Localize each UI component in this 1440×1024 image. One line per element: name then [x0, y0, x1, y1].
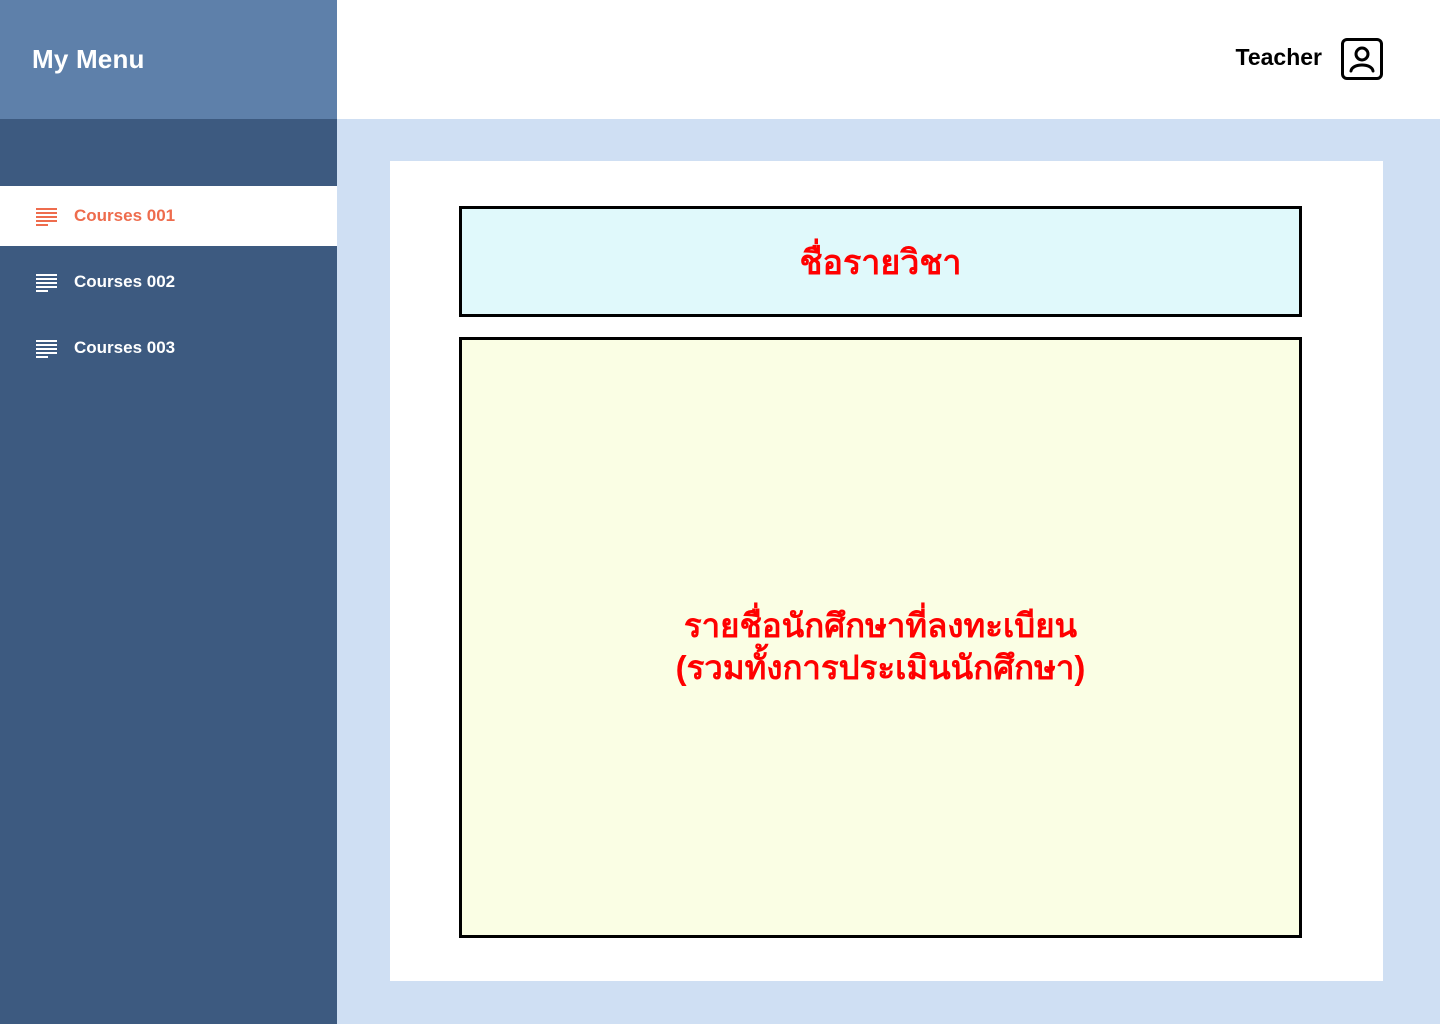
list-icon — [36, 273, 58, 292]
sidebar-item-courses-002[interactable]: Courses 002 — [0, 252, 337, 312]
sidebar-item-courses-003[interactable]: Courses 003 — [0, 318, 337, 378]
sidebar-item-courses-001[interactable]: Courses 001 — [0, 186, 337, 246]
sidebar-item-label: Courses 001 — [74, 206, 176, 225]
menu-title: My Menu — [32, 44, 145, 74]
sidebar-nav: Courses 001 Courses 002 Courses 003 — [0, 186, 337, 384]
list-icon — [36, 207, 58, 226]
student-list-subtitle: (รวมทั้งการประเมินนักศึกษา) — [675, 648, 1086, 686]
student-list-box: รายชื่อนักศึกษาที่ลงทะเบียน (รวมทั้งการป… — [459, 337, 1302, 938]
sidebar-header: My Menu — [0, 0, 337, 119]
course-name-placeholder: ชื่อรายวิชา — [799, 243, 962, 282]
list-icon — [36, 339, 58, 358]
user-profile-icon[interactable] — [1341, 38, 1383, 80]
sidebar-item-label: Courses 003 — [74, 338, 176, 357]
course-name-box: ชื่อรายวิชา — [459, 206, 1302, 317]
top-bar: Teacher — [337, 0, 1440, 119]
student-list-title: รายชื่อนักศึกษาที่ลงทะเบียน — [683, 606, 1078, 644]
sidebar-item-label: Courses 002 — [74, 272, 176, 291]
user-role-label: Teacher — [1235, 44, 1322, 70]
sidebar: My Menu Courses 001 Courses 002 Courses … — [0, 0, 337, 1024]
